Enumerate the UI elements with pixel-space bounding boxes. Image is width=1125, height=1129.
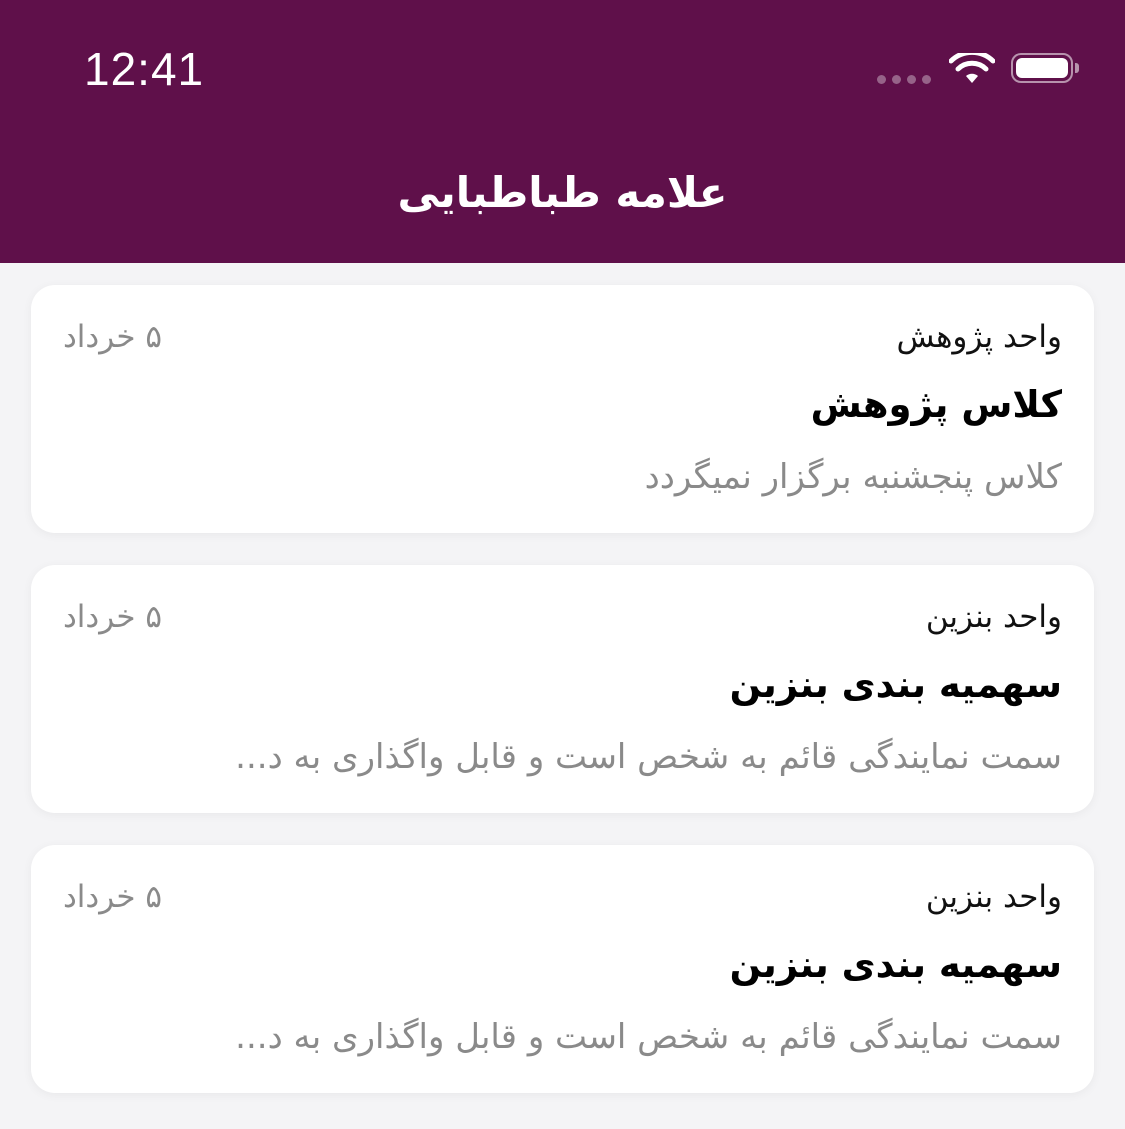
card-date: ۵ خرداد bbox=[63, 879, 162, 915]
card-date: ۵ خرداد bbox=[63, 319, 162, 355]
battery-icon bbox=[1011, 53, 1083, 87]
card-category: واحد بنزین bbox=[925, 599, 1062, 635]
notification-card[interactable]: واحد بنزین ۵ خرداد سهمیه بندی بنزین سمت … bbox=[31, 565, 1094, 813]
app-header: 12:41 علامه طباطبایی bbox=[0, 0, 1125, 263]
status-bar-time: 12:41 bbox=[84, 43, 205, 95]
notification-card[interactable]: واحد بنزین ۵ خرداد سهمیه بندی بنزین سمت … bbox=[31, 845, 1094, 1093]
card-body: سمت نمایندگی قائم به شخص است و قابل واگذ… bbox=[235, 737, 1062, 777]
card-title: سهمیه بندی بنزین bbox=[729, 943, 1062, 986]
card-title: سهمیه بندی بنزین bbox=[729, 663, 1062, 706]
card-body: سمت نمایندگی قائم به شخص است و قابل واگذ… bbox=[235, 1017, 1062, 1057]
cellular-signal-icon bbox=[877, 74, 931, 84]
card-category: واحد پژوهش bbox=[896, 319, 1062, 355]
status-bar-indicators bbox=[877, 50, 1083, 90]
card-title: کلاس پژوهش bbox=[810, 383, 1062, 426]
wifi-icon bbox=[949, 53, 995, 83]
card-date: ۵ خرداد bbox=[63, 599, 162, 635]
page-title: علامه طباطبایی bbox=[397, 168, 728, 217]
card-category: واحد بنزین bbox=[925, 879, 1062, 915]
card-body: کلاس پنجشنبه برگزار نمیگردد bbox=[644, 457, 1062, 497]
notification-card[interactable]: واحد پژوهش ۵ خرداد کلاس پژوهش کلاس پنجشن… bbox=[31, 285, 1094, 533]
